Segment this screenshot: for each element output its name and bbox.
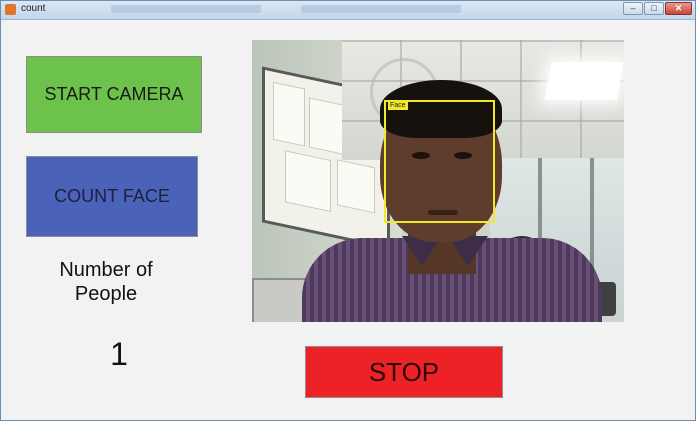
minimize-icon: – bbox=[630, 3, 636, 13]
close-button[interactable]: ✕ bbox=[665, 2, 692, 15]
people-count-label-line1: Number of bbox=[59, 259, 153, 281]
count-face-button[interactable]: COUNT FACE bbox=[26, 156, 198, 237]
ceiling-light bbox=[544, 62, 624, 100]
face-detection-label: Face bbox=[388, 101, 408, 110]
toolbar-ghost bbox=[301, 5, 461, 13]
stop-label: STOP bbox=[368, 356, 440, 387]
people-count-value: 1 bbox=[110, 336, 128, 372]
stop-button[interactable]: STOP bbox=[305, 346, 503, 398]
notice-paper bbox=[337, 159, 375, 214]
people-count-label-line2: People bbox=[74, 283, 138, 305]
app-window: count – □ ✕ START CAMERA COUNT FACE Numb… bbox=[0, 0, 696, 421]
matlab-icon bbox=[5, 4, 16, 15]
minimize-button[interactable]: – bbox=[623, 2, 643, 15]
close-icon: ✕ bbox=[674, 3, 683, 13]
window-title: count bbox=[21, 3, 46, 14]
notice-paper bbox=[285, 150, 331, 213]
start-camera-label: START CAMERA bbox=[44, 84, 184, 104]
people-count-label: Number of People bbox=[36, 258, 176, 306]
figure-area: START CAMERA COUNT FACE Number of People… bbox=[2, 20, 694, 418]
face-detection-box: Face bbox=[384, 100, 495, 223]
title-bar[interactable]: count – □ ✕ bbox=[1, 1, 695, 20]
maximize-icon: □ bbox=[651, 3, 657, 13]
start-camera-button[interactable]: START CAMERA bbox=[26, 56, 202, 133]
maximize-button[interactable]: □ bbox=[644, 2, 664, 15]
count-face-label: COUNT FACE bbox=[54, 186, 170, 206]
toolbar-ghost bbox=[111, 5, 261, 13]
notice-paper bbox=[273, 81, 305, 147]
camera-preview: Face bbox=[252, 40, 624, 322]
